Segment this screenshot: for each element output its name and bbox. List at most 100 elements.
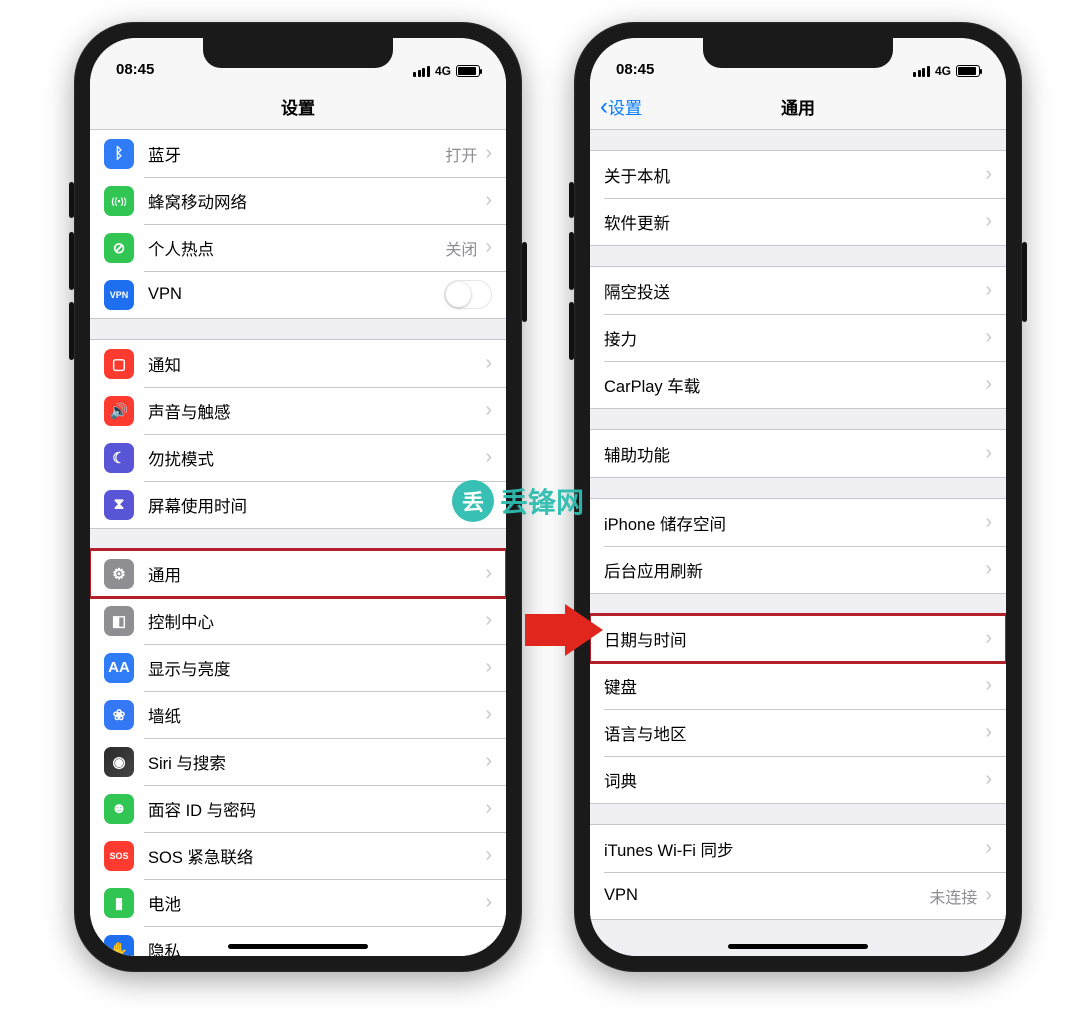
row-label: 屏幕使用时间: [148, 493, 485, 517]
row-item-词典[interactable]: 词典›: [590, 756, 1006, 803]
row-bluetooth-icon[interactable]: ᛒ蓝牙打开›: [90, 130, 506, 177]
row-dnd-icon[interactable]: ☾勿扰模式›: [90, 434, 506, 481]
row-label: 墙纸: [148, 703, 485, 727]
row-label: 接力: [604, 326, 985, 350]
status-time: 08:45: [116, 61, 154, 78]
chevron-right-icon: ›: [985, 373, 992, 396]
row-label: 控制中心: [148, 609, 485, 633]
chevron-right-icon: ›: [985, 674, 992, 697]
row-display-icon[interactable]: AA显示与亮度›: [90, 644, 506, 691]
row-label: 隔空投送: [604, 279, 985, 303]
page-title: 通用: [781, 94, 815, 119]
row-item-VPN[interactable]: VPN未连接›: [590, 872, 1006, 919]
row-item-iPhone 储存空间[interactable]: iPhone 储存空间›: [590, 499, 1006, 546]
row-label: 词典: [604, 768, 985, 792]
row-label: 电池: [148, 891, 485, 915]
chevron-right-icon: ›: [985, 442, 992, 465]
phone-frame-right: 08:45 4G ‹ 设置 通用 关于本机›软件更新›隔空投送›接力›CarPl…: [574, 22, 1022, 972]
home-indicator[interactable]: [228, 944, 368, 949]
row-label: 面容 ID 与密码: [148, 797, 485, 821]
controlcenter-icon: ◧: [104, 606, 134, 636]
row-faceid-icon[interactable]: ☻面容 ID 与密码›: [90, 785, 506, 832]
navbar-general: ‹ 设置 通用: [590, 84, 1006, 130]
navbar-settings: 设置: [90, 84, 506, 130]
chevron-right-icon: ›: [985, 279, 992, 302]
row-label: iTunes Wi-Fi 同步: [604, 837, 985, 861]
row-label: 辅助功能: [604, 442, 985, 466]
screen-right: 08:45 4G ‹ 设置 通用 关于本机›软件更新›隔空投送›接力›CarPl…: [590, 38, 1006, 956]
row-item-语言与地区[interactable]: 语言与地区›: [590, 709, 1006, 756]
row-label: 勿扰模式: [148, 446, 485, 470]
chevron-right-icon: ›: [485, 236, 492, 259]
chevron-right-icon: ›: [485, 797, 492, 820]
row-item-关于本机[interactable]: 关于本机›: [590, 151, 1006, 198]
back-button[interactable]: ‹ 设置: [600, 84, 642, 129]
network-label: 4G: [435, 64, 451, 78]
row-screentime-icon[interactable]: ⧗屏幕使用时间›: [90, 481, 506, 528]
screentime-icon: ⧗: [104, 490, 134, 520]
row-notifications-icon[interactable]: ▢通知›: [90, 340, 506, 387]
row-label: 后台应用刷新: [604, 558, 985, 582]
chevron-right-icon: ›: [985, 721, 992, 744]
row-item-日期与时间[interactable]: 日期与时间›: [590, 615, 1006, 662]
row-general-icon[interactable]: ⚙通用›: [90, 550, 506, 597]
bluetooth-icon: ᛒ: [104, 139, 134, 169]
row-item-隔空投送[interactable]: 隔空投送›: [590, 267, 1006, 314]
signal-icon: [913, 66, 930, 77]
chevron-right-icon: ›: [485, 703, 492, 726]
dnd-icon: ☾: [104, 443, 134, 473]
row-label: 显示与亮度: [148, 656, 485, 680]
home-indicator[interactable]: [728, 944, 868, 949]
battery-icon: [456, 65, 480, 77]
general-list[interactable]: 关于本机›软件更新›隔空投送›接力›CarPlay 车载›辅助功能›iPhone…: [590, 130, 1006, 956]
display-icon: AA: [104, 653, 134, 683]
chevron-left-icon: ‹: [600, 95, 608, 119]
settings-list[interactable]: ᛒ蓝牙打开›((•))蜂窝移动网络›⊘个人热点关闭›VPNVPN▢通知›🔊声音与…: [90, 130, 506, 956]
row-value: 打开: [445, 142, 477, 166]
row-item-iTunes Wi-Fi 同步[interactable]: iTunes Wi-Fi 同步›: [590, 825, 1006, 872]
chevron-right-icon: ›: [985, 627, 992, 650]
signal-icon: [413, 66, 430, 77]
vpn-icon: VPN: [104, 280, 134, 310]
row-label: 日期与时间: [604, 627, 985, 651]
row-item-辅助功能[interactable]: 辅助功能›: [590, 430, 1006, 477]
chevron-right-icon: ›: [985, 210, 992, 233]
notch: [203, 38, 393, 68]
watermark-badge-icon: 丢: [452, 480, 494, 522]
row-label: 关于本机: [604, 163, 985, 187]
back-label: 设置: [608, 94, 642, 119]
row-label: CarPlay 车载: [604, 373, 985, 397]
battery-icon: [956, 65, 980, 77]
row-cellular-icon[interactable]: ((•))蜂窝移动网络›: [90, 177, 506, 224]
row-label: 键盘: [604, 674, 985, 698]
row-privacy-icon[interactable]: ✋隐私›: [90, 926, 506, 956]
row-item-CarPlay 车载[interactable]: CarPlay 车载›: [590, 361, 1006, 408]
chevron-right-icon: ›: [485, 891, 492, 914]
row-controlcenter-icon[interactable]: ◧ 控制中心›: [90, 597, 506, 644]
row-label: 通知: [148, 352, 485, 376]
chevron-right-icon: ›: [485, 750, 492, 773]
row-item-接力[interactable]: 接力›: [590, 314, 1006, 361]
row-wallpaper-icon[interactable]: ❀墙纸›: [90, 691, 506, 738]
toggle[interactable]: [444, 280, 492, 309]
row-item-键盘[interactable]: 键盘›: [590, 662, 1006, 709]
chevron-right-icon: ›: [485, 609, 492, 632]
row-label: 通用: [148, 562, 485, 586]
privacy-icon: ✋: [104, 935, 134, 957]
row-battery-icon[interactable]: ▮电池›: [90, 879, 506, 926]
status-time: 08:45: [616, 61, 654, 78]
chevron-right-icon: ›: [485, 142, 492, 165]
row-vpn-icon[interactable]: VPNVPN: [90, 271, 506, 318]
sos-icon: SOS: [104, 841, 134, 871]
row-sounds-icon[interactable]: 🔊声音与触感›: [90, 387, 506, 434]
chevron-right-icon: ›: [485, 352, 492, 375]
row-hotspot-icon[interactable]: ⊘个人热点关闭›: [90, 224, 506, 271]
row-item-后台应用刷新[interactable]: 后台应用刷新›: [590, 546, 1006, 593]
row-sos-icon[interactable]: SOSSOS 紧急联络›: [90, 832, 506, 879]
chevron-right-icon: ›: [985, 163, 992, 186]
chevron-right-icon: ›: [985, 884, 992, 907]
row-item-软件更新[interactable]: 软件更新›: [590, 198, 1006, 245]
row-siri-icon[interactable]: ◉Siri 与搜索›: [90, 738, 506, 785]
row-label: 声音与触感: [148, 399, 485, 423]
chevron-right-icon: ›: [485, 938, 492, 956]
